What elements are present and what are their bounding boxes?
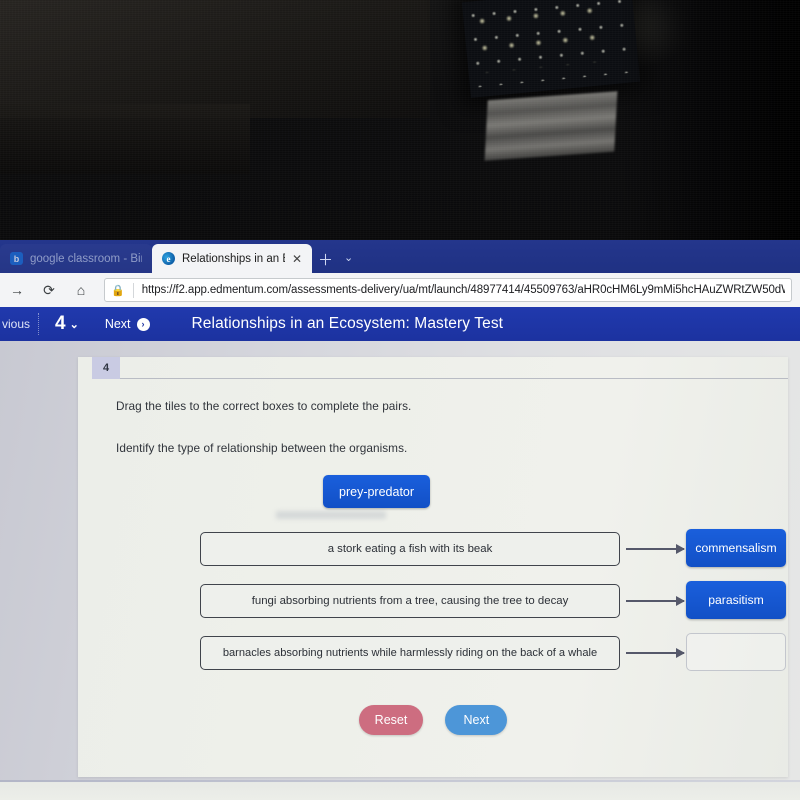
background-photo-dark-room <box>0 0 800 240</box>
tile-bank: prey-predator <box>78 475 788 519</box>
browser-tab-relationships[interactable]: e Relationships in an Ecos ✕ <box>152 244 312 273</box>
chevron-down-icon[interactable]: ⌄ <box>344 251 353 264</box>
next-label: Next <box>104 317 131 331</box>
page-title: Relationships in an Ecosystem: Mastery T… <box>191 315 504 332</box>
arrow-right-icon <box>626 648 685 658</box>
edge-icon: e <box>162 252 175 265</box>
photo-blinds-strip <box>484 91 618 161</box>
drop-zone-answer[interactable]: commensalism <box>686 529 786 567</box>
question-card: 4 Drag the tiles to the correct boxes to… <box>78 357 788 777</box>
drop-zone-answer[interactable]: parasitism <box>686 581 786 619</box>
reset-button[interactable]: Reset <box>358 705 424 735</box>
browser-tab-bing[interactable]: b google classroom - Bing <box>0 244 152 273</box>
address-bar[interactable]: 🔒 https://f2.app.edmentum.com/assessment… <box>104 278 792 302</box>
question-instruction: Drag the tiles to the correct boxes to c… <box>116 399 412 413</box>
arrow-forward-icon[interactable]: → <box>8 282 26 298</box>
chevron-down-icon: ⌄ <box>69 318 79 331</box>
browser-tabstrip: b google classroom - Bing e Relationship… <box>0 240 800 273</box>
photo-wall-lower <box>0 104 250 174</box>
statement-box: fungi absorbing nutrients from a tree, c… <box>200 584 620 618</box>
bing-icon: b <box>10 252 23 265</box>
pair-row: barnacles absorbing nutrients while harm… <box>78 633 788 677</box>
reload-icon[interactable]: ⟳ <box>40 282 58 299</box>
assessment-header-bar: vious 4 ⌄ Next › Relationships in an Eco… <box>0 307 800 341</box>
question-number-label: 4 <box>55 313 66 334</box>
drop-zone-answer-empty[interactable] <box>686 633 786 671</box>
statement-box: a stork eating a fish with its beak <box>200 532 620 566</box>
pair-row: a stork eating a fish with its beak comm… <box>78 529 788 573</box>
previous-button[interactable]: vious <box>0 313 40 335</box>
photo-dark-right <box>620 0 800 240</box>
tile-bank-shadow <box>276 511 386 519</box>
browser-window: b google classroom - Bing e Relationship… <box>0 240 800 800</box>
screenshot-root: b google classroom - Bing e Relationship… <box>0 0 800 800</box>
browser-toolbar: → ⟳ ⌂ 🔒 https://f2.app.edmentum.com/asse… <box>0 273 800 307</box>
arrow-circle-icon: › <box>136 317 150 331</box>
photo-light-dots-bright <box>473 2 599 74</box>
lock-icon: 🔒 <box>111 284 125 297</box>
url-text: https://f2.app.edmentum.com/assessments-… <box>141 284 785 296</box>
next-button[interactable]: Next <box>445 705 508 735</box>
action-buttons: Reset Next <box>78 705 788 735</box>
pair-rows: a stork eating a fish with its beak comm… <box>78 529 788 685</box>
question-selector[interactable]: 4 ⌄ <box>39 313 95 335</box>
arrow-right-icon <box>626 596 685 606</box>
next-question-button[interactable]: Next › <box>95 317 160 331</box>
arrow-right-icon <box>626 544 685 554</box>
close-icon[interactable]: ✕ <box>292 252 302 266</box>
tab-title: google classroom - Bing <box>30 252 142 265</box>
question-prompt: Identify the type of relationship betwee… <box>116 441 408 455</box>
omnibox-divider <box>132 282 134 298</box>
statement-box: barnacles absorbing nutrients while harm… <box>200 636 620 670</box>
page-bottom-strip <box>0 782 800 800</box>
question-number-badge: 4 <box>92 357 120 379</box>
question-header-rule <box>120 378 788 379</box>
pair-row: fungi absorbing nutrients from a tree, c… <box>78 581 788 625</box>
plus-icon[interactable]: ＋ <box>318 249 333 270</box>
photo-wall-left <box>0 0 430 118</box>
draggable-tile-prey-predator[interactable]: prey-predator <box>323 475 431 508</box>
home-icon[interactable]: ⌂ <box>72 282 90 298</box>
tab-title: Relationships in an Ecos <box>182 252 285 265</box>
page-body: 4 Drag the tiles to the correct boxes to… <box>0 341 800 800</box>
